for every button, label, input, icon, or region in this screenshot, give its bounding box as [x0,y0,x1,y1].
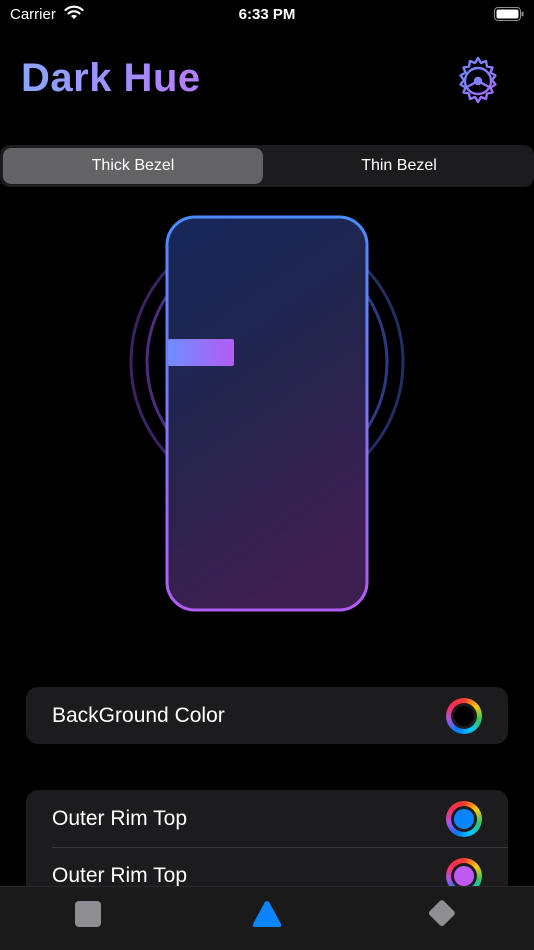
status-time: 6:33 PM [238,6,296,23]
tab-diamond[interactable] [424,897,464,931]
background-color-card: BackGround Color [26,687,508,744]
tab-bar [0,886,534,950]
outer-rim-swatch [454,866,474,886]
background-color-row[interactable]: BackGround Color [26,687,508,744]
triangle-icon [252,901,282,927]
diamond-icon [428,900,455,927]
outer-rim-row[interactable]: Outer Rim Top [26,790,508,847]
tab-square[interactable] [68,897,108,931]
square-icon [75,901,101,927]
background-color-label: BackGround Color [52,704,225,727]
battery-icon [494,7,524,21]
outer-rim-label: Outer Rim Top [52,807,187,830]
background-color-well[interactable] [446,698,482,734]
outer-rim-swatch [454,809,474,829]
bezel-preview [129,215,405,612]
bezel-segmented-control: Thick Bezel Thin Bezel [0,145,534,187]
segment-thick-bezel[interactable]: Thick Bezel [3,148,263,184]
outer-rim-color-well[interactable] [446,801,482,837]
tab-triangle[interactable] [247,897,287,931]
side-button [168,339,234,366]
gear-icon [459,56,497,104]
app-title: Dark Hue [21,56,201,100]
phone-outline [165,215,369,612]
background-color-swatch [454,706,474,726]
settings-button[interactable] [452,55,504,107]
status-bar: Carrier 6:33 PM [0,0,534,30]
segment-thin-bezel[interactable]: Thin Bezel [267,148,531,184]
